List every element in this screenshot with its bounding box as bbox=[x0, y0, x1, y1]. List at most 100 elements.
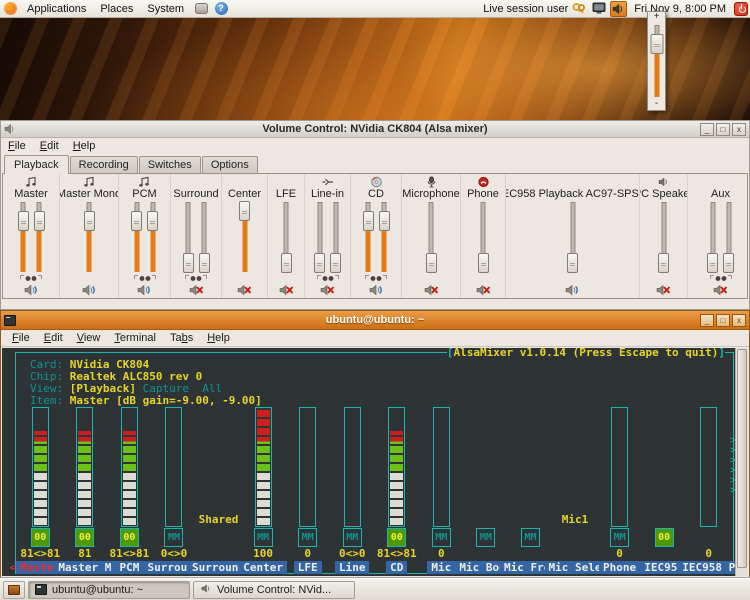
terminal-scrollbar-thumb[interactable] bbox=[737, 349, 747, 568]
volume-slider[interactable] bbox=[478, 201, 489, 273]
terminal-menu-file[interactable]: File bbox=[5, 331, 37, 345]
show-desktop-button[interactable] bbox=[3, 581, 25, 599]
mute-toggle[interactable] bbox=[279, 283, 294, 298]
display-icon[interactable] bbox=[591, 2, 606, 16]
volume-slider[interactable] bbox=[18, 201, 29, 273]
volume-slider[interactable] bbox=[34, 201, 45, 273]
ubuntu-logo-icon[interactable] bbox=[4, 2, 17, 15]
taskbar-item-terminal[interactable]: ubuntu@ubuntu: ~ bbox=[28, 581, 190, 599]
volume-slider[interactable] bbox=[84, 201, 95, 273]
mute-toggle[interactable] bbox=[320, 283, 335, 298]
volume-slider[interactable] bbox=[723, 201, 734, 273]
mute-toggle[interactable] bbox=[476, 283, 491, 298]
mute-toggle[interactable] bbox=[713, 283, 728, 298]
volume-up-button[interactable]: + bbox=[654, 12, 660, 23]
volume-popup-slider[interactable] bbox=[648, 23, 665, 99]
slider-handle[interactable] bbox=[183, 253, 194, 273]
volume-slider[interactable] bbox=[314, 201, 325, 273]
volume-tray-icon[interactable] bbox=[610, 1, 627, 17]
mute-toggle[interactable] bbox=[369, 283, 384, 298]
chain-link-icon[interactable] bbox=[365, 275, 387, 282]
user-switcher-label[interactable]: Live session user bbox=[483, 3, 568, 15]
terminal-menu-help[interactable]: Help bbox=[200, 331, 237, 345]
slider-handle[interactable] bbox=[239, 201, 250, 221]
slider-handle[interactable] bbox=[723, 253, 734, 273]
tab-playback[interactable]: Playback bbox=[4, 155, 69, 174]
terminal-titlebar[interactable]: ubuntu@ubuntu: ~ _ □ x bbox=[1, 311, 749, 330]
mute-toggle[interactable] bbox=[237, 283, 252, 298]
slider-handle[interactable] bbox=[18, 211, 29, 231]
terminal-scrollbar[interactable] bbox=[735, 348, 748, 576]
minimize-button[interactable]: _ bbox=[700, 123, 714, 136]
volume-slider[interactable] bbox=[363, 201, 374, 273]
volume-slider[interactable] bbox=[199, 201, 210, 273]
mixer-menu-edit[interactable]: Edit bbox=[33, 139, 66, 153]
mute-toggle[interactable] bbox=[656, 283, 671, 298]
slider-handle[interactable] bbox=[281, 253, 292, 273]
mute-toggle[interactable] bbox=[137, 283, 152, 298]
tab-recording[interactable]: Recording bbox=[70, 156, 138, 173]
slider-handle[interactable] bbox=[330, 253, 341, 273]
mute-toggle[interactable] bbox=[565, 283, 580, 298]
taskbar-item-speaker[interactable]: Volume Control: NVid... bbox=[193, 581, 355, 599]
tab-options[interactable]: Options bbox=[202, 156, 258, 173]
terminal-menu-tabs[interactable]: Tabs bbox=[163, 331, 200, 345]
volume-slider[interactable] bbox=[147, 201, 158, 273]
slider-handle[interactable] bbox=[707, 253, 718, 273]
terminal-menu-view[interactable]: View bbox=[70, 331, 108, 345]
mixer-menu-file[interactable]: File bbox=[1, 139, 33, 153]
chain-link-icon[interactable] bbox=[20, 275, 42, 282]
slider-handle[interactable] bbox=[131, 211, 142, 231]
volume-slider[interactable] bbox=[281, 201, 292, 273]
volume-slider[interactable] bbox=[379, 201, 390, 273]
help-icon[interactable]: ? bbox=[214, 2, 228, 15]
terminal-menu-terminal[interactable]: Terminal bbox=[107, 331, 163, 345]
mute-toggle[interactable] bbox=[82, 283, 97, 298]
terminal-menu-edit[interactable]: Edit bbox=[37, 331, 70, 345]
mixer-titlebar[interactable]: Volume Control: NVidia CK804 (Alsa mixer… bbox=[1, 121, 749, 138]
chain-link-icon[interactable] bbox=[185, 275, 207, 282]
volume-slider[interactable] bbox=[567, 201, 578, 273]
chain-link-icon[interactable] bbox=[710, 275, 732, 282]
slider-handle[interactable] bbox=[567, 253, 578, 273]
volume-down-button[interactable]: - bbox=[655, 99, 658, 110]
clock[interactable]: Fri Nov 9, 8:00 PM bbox=[631, 3, 729, 15]
tab-switches[interactable]: Switches bbox=[139, 156, 201, 173]
volume-slider[interactable] bbox=[707, 201, 718, 273]
slider-handle[interactable] bbox=[478, 253, 489, 273]
slider-handle[interactable] bbox=[658, 253, 669, 273]
mute-toggle[interactable] bbox=[189, 283, 204, 298]
power-icon[interactable] bbox=[733, 2, 748, 16]
slider-handle[interactable] bbox=[147, 211, 158, 231]
volume-popup-handle[interactable] bbox=[650, 34, 663, 54]
maximize-button[interactable]: □ bbox=[716, 123, 730, 136]
slider-handle[interactable] bbox=[363, 211, 374, 231]
mute-toggle[interactable] bbox=[24, 283, 39, 298]
volume-slider[interactable] bbox=[426, 201, 437, 273]
volume-slider[interactable] bbox=[183, 201, 194, 273]
bracket-close: ] bbox=[718, 348, 725, 359]
slider-handle[interactable] bbox=[314, 253, 325, 273]
maximize-button[interactable]: □ bbox=[716, 314, 730, 327]
menu-applications[interactable]: Applications bbox=[20, 0, 93, 17]
slider-handle[interactable] bbox=[426, 253, 437, 273]
slider-handle[interactable] bbox=[34, 211, 45, 231]
chain-link-icon[interactable] bbox=[317, 275, 339, 282]
volume-slider[interactable] bbox=[330, 201, 341, 273]
slider-handle[interactable] bbox=[199, 253, 210, 273]
slider-handle[interactable] bbox=[379, 211, 390, 231]
slider-handle[interactable] bbox=[84, 211, 95, 231]
keyring-icon[interactable] bbox=[572, 2, 587, 16]
browser-icon[interactable] bbox=[194, 2, 208, 15]
volume-slider[interactable] bbox=[131, 201, 142, 273]
close-button[interactable]: x bbox=[732, 314, 746, 327]
menu-places[interactable]: Places bbox=[93, 0, 140, 17]
close-button[interactable]: x bbox=[732, 123, 746, 136]
volume-slider[interactable] bbox=[239, 201, 250, 273]
minimize-button[interactable]: _ bbox=[700, 314, 714, 327]
chain-link-icon[interactable] bbox=[134, 275, 156, 282]
mute-toggle[interactable] bbox=[424, 283, 439, 298]
volume-slider[interactable] bbox=[658, 201, 669, 273]
menu-system[interactable]: System bbox=[140, 0, 191, 17]
mixer-menu-help[interactable]: Help bbox=[66, 139, 103, 153]
